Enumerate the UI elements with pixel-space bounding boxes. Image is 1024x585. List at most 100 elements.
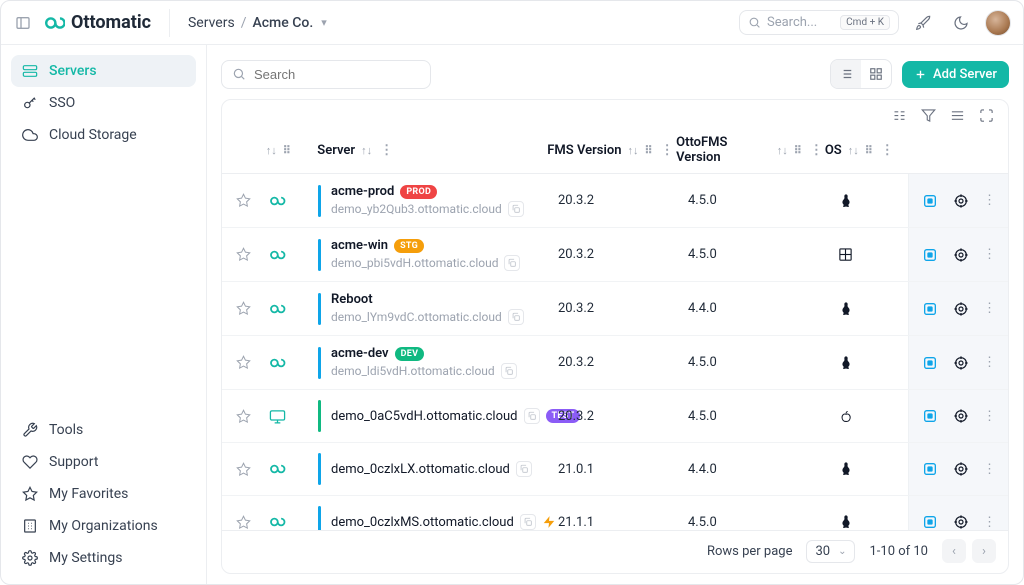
view-grid-button[interactable] — [861, 60, 891, 88]
target-icon[interactable] — [952, 353, 969, 373]
copy-icon[interactable] — [508, 201, 524, 217]
deploy-icon[interactable] — [921, 353, 938, 373]
deploy-icon[interactable] — [921, 191, 938, 211]
table-row[interactable]: acme-prod PRODdemo_yb2Qub3.ottomatic.clo… — [222, 174, 1008, 228]
os-icon — [838, 301, 854, 317]
favorite-star-icon[interactable] — [236, 515, 266, 530]
sidebar-item-my-settings[interactable]: My Settings — [11, 542, 196, 574]
row-menu-icon[interactable]: ⋮ — [983, 247, 996, 262]
favorite-star-icon[interactable] — [236, 301, 266, 316]
row-menu-icon[interactable]: ⋮ — [983, 409, 996, 424]
deploy-icon[interactable] — [921, 299, 938, 319]
fms-version-cell: 21.0.1 — [558, 462, 688, 477]
sidebar-item-servers[interactable]: Servers — [11, 55, 196, 87]
user-avatar[interactable] — [985, 10, 1011, 36]
chevron-down-icon[interactable]: ▾ — [321, 16, 327, 29]
prev-page-button[interactable]: ‹ — [942, 539, 966, 563]
theme-toggle-icon[interactable] — [947, 9, 975, 37]
columns-icon[interactable] — [892, 108, 907, 123]
target-icon[interactable] — [952, 191, 969, 211]
copy-icon[interactable] — [504, 255, 520, 271]
sidebar-item-cloud-storage[interactable]: Cloud Storage — [11, 119, 196, 151]
table-search[interactable] — [221, 60, 431, 89]
row-menu-icon[interactable]: ⋮ — [983, 515, 996, 530]
sidebar-item-my-organizations[interactable]: My Organizations — [11, 510, 196, 542]
panel-toggle-icon[interactable] — [13, 13, 33, 33]
drag-handle-icon[interactable]: ⠿ — [283, 144, 291, 157]
sort-icon[interactable]: ↑↓ — [848, 144, 859, 157]
header-otto[interactable]: OttoFMS Version — [676, 135, 771, 165]
sidebar-item-tools[interactable]: Tools — [11, 414, 196, 446]
sort-icon[interactable]: ↑↓ — [266, 144, 277, 157]
breadcrumb-root[interactable]: Servers — [188, 15, 235, 31]
rocket-icon[interactable] — [909, 9, 937, 37]
row-menu-icon[interactable]: ⋮ — [983, 462, 996, 477]
density-icon[interactable] — [950, 108, 965, 123]
drag-handle-icon[interactable]: ⠿ — [794, 144, 802, 157]
copy-icon[interactable] — [524, 408, 540, 424]
copy-icon[interactable] — [516, 461, 532, 477]
sort-icon[interactable]: ↑↓ — [777, 144, 788, 157]
fullscreen-icon[interactable] — [979, 108, 994, 123]
target-icon[interactable] — [952, 245, 969, 265]
env-badge: DEV — [395, 347, 425, 361]
table-row[interactable]: demo_0czlxMS.ottomatic.cloud 21.1.14.5.0… — [222, 496, 1008, 530]
otto-version-cell: 4.5.0 — [688, 247, 838, 262]
sidebar-item-label: Support — [49, 454, 98, 470]
sort-icon[interactable]: ↑↓ — [361, 144, 372, 157]
target-icon[interactable] — [952, 512, 969, 530]
rows-per-page-select[interactable]: 30 ⌄ — [806, 540, 855, 563]
table-row[interactable]: demo_0czlxLX.ottomatic.cloud 21.0.14.4.0… — [222, 443, 1008, 496]
table-search-input[interactable] — [254, 67, 430, 82]
brand-logo[interactable]: Ottomatic — [43, 12, 151, 34]
favorite-star-icon[interactable] — [236, 462, 266, 477]
filter-icon[interactable] — [921, 108, 936, 123]
server-type-icon — [266, 513, 288, 530]
column-menu-icon[interactable]: ⋮ — [659, 143, 676, 158]
next-page-button[interactable]: › — [972, 539, 996, 563]
global-search[interactable]: Search... Cmd + K — [739, 10, 899, 35]
tools-icon — [21, 422, 39, 438]
table-row[interactable]: acme-win STGdemo_pbi5vdH.ottomatic.cloud… — [222, 228, 1008, 282]
deploy-icon[interactable] — [921, 245, 938, 265]
target-icon[interactable] — [952, 406, 969, 426]
search-kbd: Cmd + K — [840, 15, 890, 30]
add-server-button[interactable]: Add Server — [902, 61, 1009, 88]
sidebar-item-support[interactable]: Support — [11, 446, 196, 478]
table-row[interactable]: acme-dev DEVdemo_ldi5vdH.ottomatic.cloud… — [222, 336, 1008, 390]
copy-icon[interactable] — [508, 309, 524, 325]
favorite-star-icon[interactable] — [236, 193, 266, 208]
copy-icon[interactable] — [501, 363, 517, 379]
breadcrumb-current[interactable]: Acme Co. — [252, 15, 313, 31]
server-type-icon — [266, 192, 288, 210]
column-menu-icon[interactable]: ⋮ — [808, 143, 825, 158]
row-menu-icon[interactable]: ⋮ — [983, 193, 996, 208]
sidebar-item-sso[interactable]: SSO — [11, 87, 196, 119]
deploy-icon[interactable] — [921, 512, 938, 530]
header-fms[interactable]: FMS Version — [547, 143, 621, 158]
copy-icon[interactable] — [520, 514, 536, 530]
favorite-star-icon[interactable] — [236, 247, 266, 262]
deploy-icon[interactable] — [921, 459, 938, 479]
view-list-button[interactable] — [831, 60, 861, 88]
env-badge: PROD — [400, 185, 437, 199]
column-menu-icon[interactable]: ⋮ — [378, 143, 395, 158]
server-host: demo_lYm9vdC.ottomatic.cloud — [331, 309, 524, 325]
favorite-star-icon[interactable] — [236, 409, 266, 424]
table-row[interactable]: Reboot demo_lYm9vdC.ottomatic.cloud 20.3… — [222, 282, 1008, 336]
column-menu-icon[interactable]: ⋮ — [879, 143, 896, 158]
row-menu-icon[interactable]: ⋮ — [983, 355, 996, 370]
row-menu-icon[interactable]: ⋮ — [983, 301, 996, 316]
otto-version-cell: 4.5.0 — [688, 515, 838, 530]
target-icon[interactable] — [952, 459, 969, 479]
header-server[interactable]: Server — [317, 143, 355, 158]
target-icon[interactable] — [952, 299, 969, 319]
sidebar-item-my-favorites[interactable]: My Favorites — [11, 478, 196, 510]
drag-handle-icon[interactable]: ⠿ — [865, 144, 873, 157]
table-row[interactable]: demo_0aC5vdH.ottomatic.cloud TEST 20.3.2… — [222, 390, 1008, 443]
header-os[interactable]: OS — [825, 143, 842, 158]
drag-handle-icon[interactable]: ⠿ — [645, 144, 653, 157]
sort-icon[interactable]: ↑↓ — [628, 144, 639, 157]
deploy-icon[interactable] — [921, 406, 938, 426]
favorite-star-icon[interactable] — [236, 355, 266, 370]
